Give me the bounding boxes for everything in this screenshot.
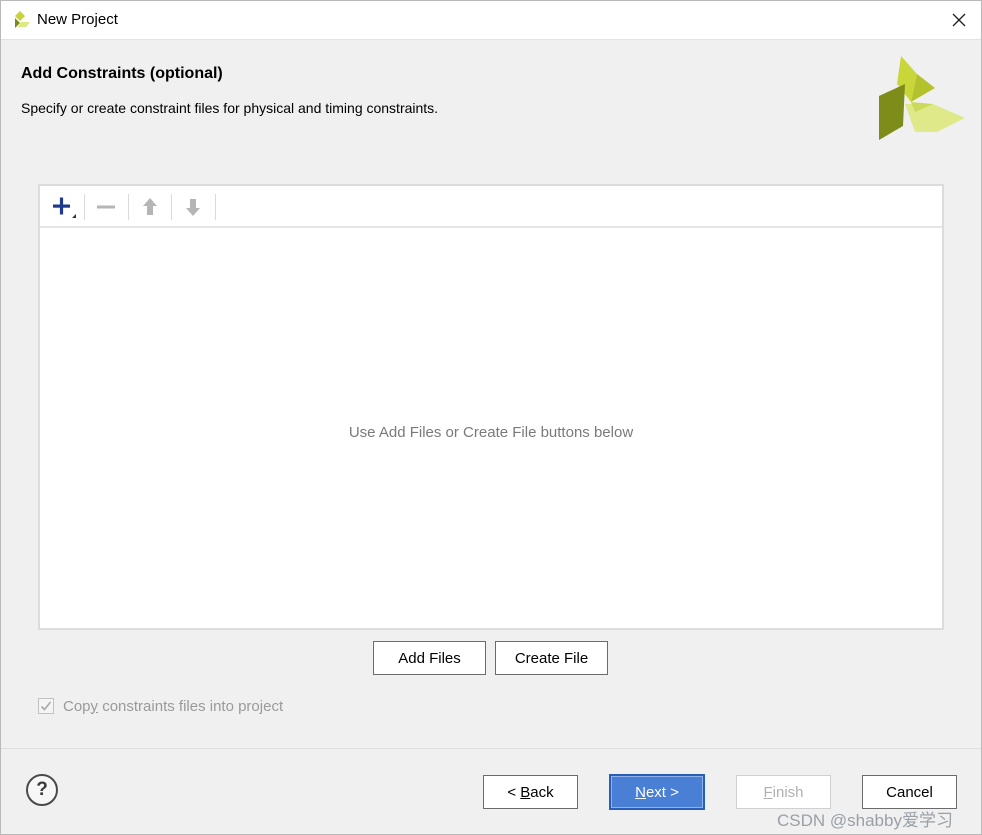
add-files-button[interactable]: Add Files (373, 641, 486, 675)
toolbar-separator (84, 194, 85, 220)
title-bar: New Project (1, 1, 981, 40)
help-button[interactable]: ? (26, 774, 58, 806)
copy-constraints-label: Copy constraints files into project (63, 698, 283, 715)
minus-icon (97, 205, 115, 209)
move-down-button[interactable] (178, 192, 208, 222)
help-icon: ? (36, 779, 48, 800)
csdn-watermark: CSDN @shabby爱学习 (777, 811, 953, 830)
vivado-brand-logo (879, 56, 965, 140)
finish-label-rest: inish (772, 783, 804, 801)
back-label-mnemonic: B (520, 783, 531, 801)
copy-label-mnemonic: y (90, 697, 99, 715)
toolbar-separator (215, 194, 216, 220)
plus-icon (53, 197, 76, 218)
close-button[interactable] (937, 1, 981, 39)
copy-label-part: Cop (63, 697, 91, 715)
back-button[interactable]: < Back (483, 775, 578, 809)
window-title: New Project (37, 11, 118, 28)
move-up-button[interactable] (135, 192, 165, 222)
back-label-prefix: < (507, 783, 521, 801)
empty-list-message: Use Add Files or Create File buttons bel… (348, 424, 634, 441)
arrow-up-icon (143, 198, 157, 215)
arrow-down-icon (186, 199, 200, 216)
checkmark-icon (40, 701, 52, 711)
page-title: Add Constraints (optional) (21, 65, 223, 82)
page-subtitle: Specify or create constraint files for p… (21, 100, 439, 116)
next-label-rest: ext > (645, 783, 679, 801)
toolbar-separator (128, 194, 129, 220)
back-label-rest: ack (530, 783, 554, 801)
file-toolbar (40, 186, 942, 228)
finish-button[interactable]: Finish (736, 775, 831, 809)
cancel-button[interactable]: Cancel (862, 775, 957, 809)
finish-label-mnemonic: F (763, 783, 773, 801)
copy-constraints-option[interactable]: Copy constraints files into project (38, 696, 283, 716)
next-button[interactable]: Next > (609, 774, 705, 810)
copy-constraints-checkbox[interactable] (38, 698, 54, 714)
close-icon (952, 13, 966, 27)
add-button[interactable] (48, 192, 78, 222)
new-project-dialog: New Project Add Constraints (optional) S… (0, 0, 982, 835)
toolbar-separator (171, 194, 172, 220)
remove-button[interactable] (91, 192, 121, 222)
next-label-mnemonic: N (635, 783, 646, 801)
vivado-logo-icon (15, 11, 30, 28)
copy-label-part: constraints files into project (98, 697, 284, 715)
footer-divider (1, 748, 981, 749)
wizard-header: Add Constraints (optional) Specify or cr… (1, 40, 981, 158)
constraints-file-panel: Use Add Files or Create File buttons bel… (38, 184, 944, 630)
create-file-button[interactable]: Create File (495, 641, 608, 675)
